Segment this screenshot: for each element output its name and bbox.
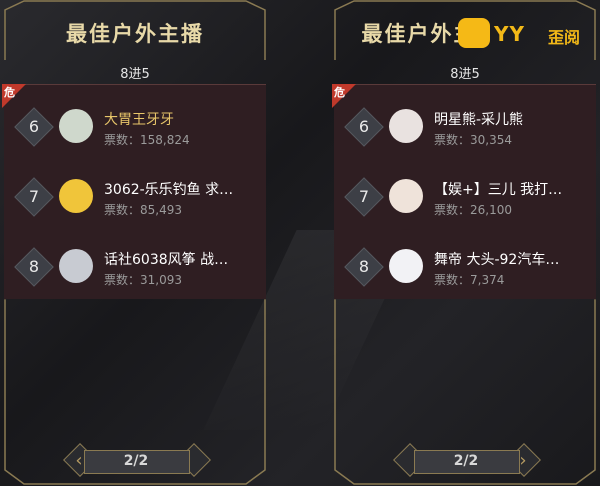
ranking-list: 6 大胃王牙牙 票数：158,824 7 3062-乐乐钓鱼 求… 票数：85,… <box>4 84 266 299</box>
list-item[interactable]: 8 话社6038风筝 战… 票数：31,093 <box>4 243 266 299</box>
pager: › 2/2 <box>393 443 541 477</box>
avatar[interactable] <box>389 249 423 283</box>
page-indicator: 2/2 <box>453 453 479 469</box>
vote-count: 票数：30,354 <box>434 133 512 147</box>
streamer-name[interactable]: 舞帝 大头-92汽车… <box>434 249 584 269</box>
round-label: 8进5 <box>450 67 480 82</box>
vote-count: 票数：26,100 <box>434 203 512 217</box>
rank-number: 8 <box>28 257 40 276</box>
avatar[interactable] <box>59 179 93 213</box>
list-item[interactable]: 7 【娱+】三儿 我打… 票数：26,100 <box>334 173 596 229</box>
avatar[interactable] <box>59 249 93 283</box>
streamer-name[interactable]: 【娱+】三儿 我打… <box>434 179 584 199</box>
rank-number: 7 <box>28 187 40 206</box>
avatar[interactable] <box>59 109 93 143</box>
list-item[interactable]: 6 大胃王牙牙 票数：158,824 <box>4 103 266 159</box>
streamer-name[interactable]: 明星熊-采儿熊 <box>434 109 584 129</box>
list-item[interactable]: 7 3062-乐乐钓鱼 求… 票数：85,493 <box>4 173 266 229</box>
ranking-list: 6 明星熊-采儿熊 票数：30,354 7 【娱+】三儿 我打… 票数：26,1… <box>334 84 596 299</box>
vote-count: 票数：158,824 <box>104 133 190 147</box>
rank-number: 7 <box>358 187 370 206</box>
award-panel-right: 最佳户外主 8进5 6 明星熊-采儿熊 票数：30,354 7 【娱+】三儿 我… <box>332 0 596 486</box>
rank-number: 8 <box>358 257 370 276</box>
list-item[interactable]: 6 明星熊-采儿熊 票数：30,354 <box>334 103 596 159</box>
round-label: 8进5 <box>120 67 150 82</box>
avatar[interactable] <box>389 179 423 213</box>
pager: ‹ 2/2 <box>63 443 211 477</box>
streamer-name[interactable]: 大胃王牙牙 <box>104 109 254 129</box>
rank-number: 6 <box>358 117 370 136</box>
avatar[interactable] <box>389 109 423 143</box>
page-indicator: 2/2 <box>123 453 149 469</box>
rank-number: 6 <box>28 117 40 136</box>
award-panel-left: 最佳户外主播 8进5 6 大胃王牙牙 票数：158,824 7 3062-乐乐钓… <box>2 0 266 486</box>
vote-count: 票数：31,093 <box>104 273 182 287</box>
watermark-logo: YY 歪阅 <box>458 16 590 52</box>
mascot-icon <box>458 18 490 48</box>
list-item[interactable]: 8 舞帝 大头-92汽车… 票数：7,374 <box>334 243 596 299</box>
vote-count: 票数：85,493 <box>104 203 182 217</box>
vote-count: 票数：7,374 <box>434 273 505 287</box>
danger-label: 危 <box>334 86 345 99</box>
panel-title: 最佳户外主播 <box>66 22 204 46</box>
watermark-latin: YY <box>494 22 525 46</box>
streamer-name[interactable]: 话社6038风筝 战… <box>104 249 254 269</box>
danger-label: 危 <box>4 86 15 99</box>
watermark-cn: 歪阅 <box>548 28 581 47</box>
streamer-name[interactable]: 3062-乐乐钓鱼 求… <box>104 179 254 199</box>
